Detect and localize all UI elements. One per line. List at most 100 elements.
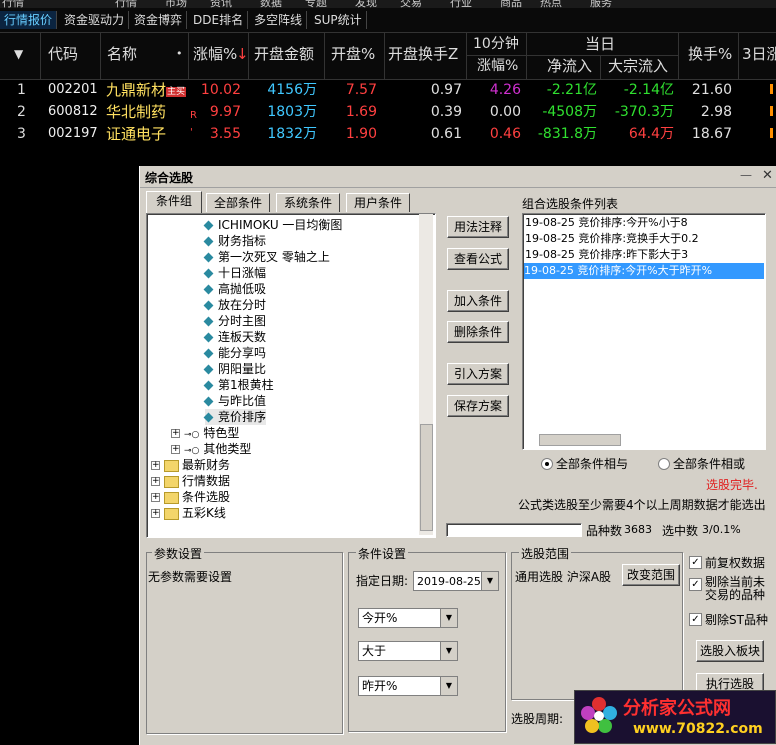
table-row[interactable]: 3 002197 证通电子 ' 3.55 1832万 1.90 0.61 0.4… [0,123,776,145]
tab-all-conditions[interactable]: 全部条件 [206,193,270,212]
col-open-pct[interactable]: 开盘% [331,45,375,63]
close-icon[interactable]: ✕ [762,168,773,183]
menu-item[interactable]: 行情 [115,0,137,8]
tree-folder[interactable]: + 行情数据 [151,473,230,489]
chk-exclude-untraded-label[interactable]: 剔除当前未交易的品种 [705,576,771,602]
tree-item[interactable]: 第一次死叉 零轴之上 [203,249,330,265]
col-ten-min-change[interactable]: 涨幅% [477,57,518,75]
import-scheme-button[interactable]: 引入方案 [447,363,509,385]
tab-dde-rank[interactable]: DDE排名 [189,11,249,29]
tree-item[interactable]: 阴阳量比 [203,361,266,377]
field-select-1[interactable]: 今开% ▼ [358,608,458,628]
delete-condition-button[interactable]: 删除条件 [447,321,509,343]
menu-item[interactable]: 热点 [540,0,562,8]
radio-and[interactable] [541,458,553,470]
dialog-title-bar[interactable]: 综合选股 — ✕ [140,166,776,188]
chk-exclude-untraded[interactable]: ✓ [689,578,702,591]
chk-forward-adjust[interactable]: ✓ [689,556,702,569]
tab-sup-stats[interactable]: SUP统计 [310,11,367,29]
menu-item[interactable]: 交易 [400,0,422,8]
radio-or[interactable] [658,458,670,470]
scrollbar-thumb[interactable] [420,424,433,531]
save-scheme-button[interactable]: 保存方案 [447,395,509,417]
chk-exclude-st-label[interactable]: 剔除ST品种 [705,611,768,628]
expand-icon[interactable]: + [151,509,160,518]
condition-item[interactable]: 19-08-25 竞价排序:今开%小于8 [525,215,688,231]
col-big-inflow[interactable]: 大宗流入 [608,57,668,75]
view-formula-button[interactable]: 查看公式 [447,248,509,270]
expand-icon[interactable]: + [151,477,160,486]
tab-user-conditions[interactable]: 用户条件 [346,193,410,212]
dropdown-arrow-icon[interactable]: ▼ [481,572,498,590]
col-net-inflow[interactable]: 净流入 [547,57,592,75]
expand-icon[interactable]: + [151,461,160,470]
tab-long-short[interactable]: 多空阵线 [250,11,308,29]
dropdown-arrow-icon[interactable]: ▼ [440,677,457,695]
add-condition-button[interactable]: 加入条件 [447,290,509,312]
change-range-button[interactable]: 改变范围 [622,564,680,586]
chk-exclude-st[interactable]: ✓ [689,613,702,626]
operator-select[interactable]: 大于 ▼ [358,641,458,661]
menu-item[interactable]: 服务 [590,0,612,8]
tab-capital-game[interactable]: 资金博弈 [130,11,188,29]
condition-item[interactable]: 19-08-25 竞价排序:昨下影大于3 [525,247,688,263]
tab-quotes[interactable]: 行情报价 [0,11,58,29]
tree-item[interactable]: 高抛低吸 [203,281,266,297]
menu-item[interactable]: 市场 [165,0,187,8]
col-ten-min[interactable]: 10分钟 [473,35,519,53]
condition-item[interactable]: 19-08-25 竞价排序:竞换手大于0.2 [525,231,699,247]
tree-folder[interactable]: + 条件选股 [151,489,230,505]
tree-item[interactable]: 财务指标 [203,233,266,249]
condition-tree[interactable]: ICHIMOKU 一目均衡图 财务指标 第一次死叉 零轴之上 十日涨幅 高抛低吸… [146,213,436,538]
menu-item[interactable]: 行情 [2,0,24,8]
sort-desc-icon[interactable]: ↓ [236,45,249,63]
tree-item-selected[interactable]: 竞价排序 [203,409,267,425]
tree-item[interactable]: 十日涨幅 [203,265,266,281]
menu-item[interactable]: 行业 [450,0,472,8]
select-to-block-button[interactable]: 选股入板块 [696,640,764,662]
table-row[interactable]: 2 600812 华北制药 R 9.97 1803万 1.69 0.39 0.0… [0,101,776,123]
tab-capital-drive[interactable]: 资金驱动力 [60,11,130,29]
menu-item[interactable]: 资讯 [210,0,232,8]
dropdown-arrow-icon[interactable]: ▼ [440,642,457,660]
col-code[interactable]: 代码 [48,45,78,63]
tree-item[interactable]: 分时主图 [203,313,266,329]
col-turnover[interactable]: 换手% [688,45,732,63]
tree-folder[interactable]: + 最新财务 [151,457,230,473]
tree-folder[interactable]: + 五彩K线 [151,505,226,521]
column-menu-icon[interactable]: ▼ [14,45,23,63]
tree-item[interactable]: 与昨比值 [203,393,266,409]
condition-item-selected[interactable]: 19-08-25 竞价排序:今开%大于昨开% [524,263,764,279]
tree-item[interactable]: 能分享吗 [203,345,266,361]
menu-item[interactable]: 专题 [305,0,327,8]
menu-item[interactable]: 发现 [355,0,377,8]
field-select-2[interactable]: 昨开% ▼ [358,676,458,696]
tree-scrollbar[interactable] [419,214,433,535]
col-name[interactable]: 名称 [107,45,137,63]
date-picker[interactable]: 2019-08-25 ▼ [413,571,499,591]
tree-item[interactable]: 第1根黄柱 [203,377,274,393]
minimize-icon[interactable]: — [740,168,752,182]
col-three-day[interactable]: 3日涨 [742,45,776,63]
tree-item[interactable]: 连板天数 [203,329,266,345]
tree-item[interactable]: ICHIMOKU 一目均衡图 [203,217,342,233]
usage-notes-button[interactable]: 用法注释 [447,216,509,238]
col-change[interactable]: 涨幅% [193,45,237,63]
condition-list[interactable]: 19-08-25 竞价排序:今开%小于8 19-08-25 竞价排序:竞换手大于… [522,213,766,450]
chk-forward-adjust-label[interactable]: 前复权数据 [705,554,765,571]
tab-system-conditions[interactable]: 系统条件 [276,193,340,212]
col-open-amount[interactable]: 开盘金额 [254,45,314,63]
expand-icon[interactable]: + [171,445,180,454]
radio-or-label[interactable]: 全部条件相或 [673,455,745,472]
tree-item[interactable]: 放在分时 [203,297,266,313]
table-row[interactable]: 1 002201 九鼎新材 主买 10.02 4156万 7.57 0.97 4… [0,79,776,101]
menu-item[interactable]: 商品 [500,0,522,8]
menu-item[interactable]: 数据 [260,0,282,8]
col-open-turnover[interactable]: 开盘换手Z [388,45,458,63]
dropdown-arrow-icon[interactable]: ▼ [440,609,457,627]
list-hscroll-thumb[interactable] [539,434,621,446]
tab-condition-group[interactable]: 条件组 [146,191,202,213]
expand-icon[interactable]: + [151,493,160,502]
radio-and-label[interactable]: 全部条件相与 [556,455,628,472]
expand-icon[interactable]: + [171,429,180,438]
